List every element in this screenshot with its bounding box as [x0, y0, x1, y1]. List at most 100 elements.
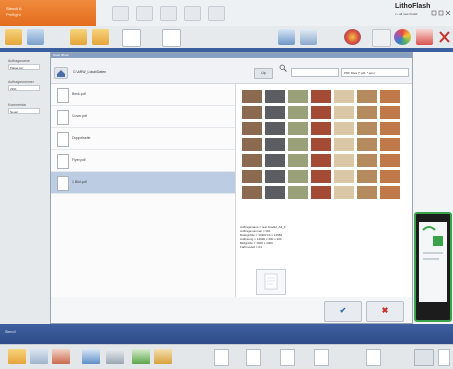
file-info: Auftragsname = test.Gradel_A2_3 Auftrags… — [240, 225, 360, 249]
status-text: Stencil — [5, 330, 16, 334]
preview-tile — [379, 89, 401, 104]
file-item[interactable]: Flyer.pdf — [51, 150, 235, 172]
cancel-button[interactable]: ✖ — [366, 301, 404, 322]
preview-tile — [264, 153, 286, 168]
folder-open-icon[interactable] — [5, 29, 22, 45]
search-icon[interactable] — [279, 64, 287, 72]
home-icon — [57, 70, 65, 77]
preview-tile — [264, 105, 286, 120]
folder-icon[interactable] — [70, 29, 87, 45]
file-open-dialog: Datei öffnen C:\ARW_Lokal\Daten Up PDF F… — [50, 52, 413, 324]
preview-tile — [287, 153, 309, 168]
doc-icon[interactable] — [160, 6, 177, 21]
palette-icon[interactable] — [344, 29, 361, 45]
left-panel: Auftragsname Plakat A2 Auftragsnummer 23… — [0, 52, 51, 324]
window-controls[interactable] — [431, 10, 451, 16]
window-controls-icon — [431, 10, 451, 16]
doc-icon[interactable] — [112, 6, 129, 21]
preview-tile — [310, 89, 332, 104]
close-icon[interactable] — [438, 29, 451, 45]
network-icon[interactable] — [278, 29, 295, 45]
page-icon[interactable] — [314, 349, 329, 366]
document-icon[interactable] — [122, 29, 141, 47]
preview-tile — [310, 121, 332, 136]
color-wheel-icon[interactable] — [394, 29, 411, 45]
device-preview — [414, 212, 452, 322]
job-name-field[interactable]: Plakat A2 — [8, 64, 40, 70]
up-button[interactable]: Up — [254, 68, 273, 79]
image-add-icon[interactable] — [27, 29, 44, 45]
preview-tile — [356, 185, 378, 200]
tab-title: Stencil A — [6, 6, 22, 11]
info-line: Farbmodell = A1 — [240, 245, 262, 249]
path-field[interactable]: C:\ARW_Lokal\Daten — [73, 70, 106, 74]
page-icon[interactable] — [280, 349, 295, 366]
monitor-icon[interactable] — [82, 349, 100, 364]
print-icon[interactable] — [106, 349, 124, 364]
preview-tile — [241, 137, 263, 152]
comment-field[interactable]: Neuer — [8, 108, 40, 114]
page-icon[interactable] — [162, 29, 181, 47]
checkmark-icon: ✔ — [339, 306, 347, 315]
file-list: Beck.pdf Cover.pdf Doppelseite Flyer.pdf… — [51, 84, 236, 297]
cross-icon: ✖ — [381, 306, 389, 315]
preview-tile — [379, 169, 401, 184]
file-name: Doppelseite — [72, 136, 91, 140]
preview-tile — [310, 137, 332, 152]
page-icon[interactable] — [366, 349, 381, 366]
preview-tile — [333, 89, 355, 104]
search-input[interactable] — [291, 68, 339, 77]
preview-tile — [310, 105, 332, 120]
edit-icon[interactable] — [416, 29, 433, 45]
preview-tile — [241, 89, 263, 104]
file-item[interactable]: Beck.pdf — [51, 84, 235, 106]
chart-icon[interactable] — [300, 29, 317, 45]
job-name-label: Auftragsname — [8, 59, 30, 63]
active-document-tab[interactable]: Stencil A Preflight — [0, 0, 96, 26]
ruler-icon[interactable] — [154, 349, 172, 364]
tools-icon[interactable] — [52, 349, 70, 364]
device-screen — [419, 222, 447, 302]
file-item[interactable]: Cover.pdf — [51, 106, 235, 128]
preview-tile — [333, 137, 355, 152]
page-icon[interactable] — [214, 349, 229, 366]
folder-icon[interactable] — [8, 349, 26, 364]
preview-tile — [333, 185, 355, 200]
brand-name: LithoFlash — [395, 3, 431, 10]
dialog-title: Datei öffnen — [51, 53, 412, 58]
preview-image — [241, 89, 407, 204]
home-button[interactable] — [54, 67, 68, 79]
preview-tile — [241, 169, 263, 184]
job-number-label: Auftragsnummer — [8, 80, 34, 84]
file-item-selected[interactable]: 1 Bild.pdf — [51, 172, 235, 194]
preview-tile — [310, 153, 332, 168]
preview-tile — [264, 89, 286, 104]
preview-pane: Auftragsname = test.Gradel_A2_3 Auftrags… — [236, 84, 412, 297]
settings-icon[interactable] — [30, 349, 48, 364]
page-icon[interactable] — [246, 349, 261, 366]
job-number-field[interactable]: 2301 — [8, 85, 40, 91]
file-type-select[interactable]: PDF Files (*.pdf, *.eps) — [341, 68, 409, 77]
zoom-icon[interactable] — [372, 29, 391, 47]
ok-button[interactable]: ✔ — [324, 301, 362, 322]
page-icon[interactable] — [438, 349, 450, 366]
preview-tile — [379, 105, 401, 120]
grid-icon[interactable] — [414, 349, 434, 366]
file-thumbnail-icon — [57, 154, 69, 169]
check-icon[interactable] — [132, 349, 150, 364]
preview-tile — [356, 105, 378, 120]
folder-icon[interactable] — [92, 29, 109, 45]
doc-icon[interactable] — [184, 6, 201, 21]
doc-icon[interactable] — [136, 6, 153, 21]
file-item[interactable]: Doppelseite — [51, 128, 235, 150]
preview-tile — [356, 153, 378, 168]
preview-tile — [310, 185, 332, 200]
close-glyph-icon — [439, 31, 450, 43]
tab-subtitle: Preflight — [6, 12, 21, 17]
preview-tile — [356, 137, 378, 152]
bottom-toolbar — [0, 344, 453, 369]
preview-tile — [241, 185, 263, 200]
doc-icon[interactable] — [208, 6, 225, 21]
preview-tile — [287, 105, 309, 120]
preview-tile — [379, 121, 401, 136]
